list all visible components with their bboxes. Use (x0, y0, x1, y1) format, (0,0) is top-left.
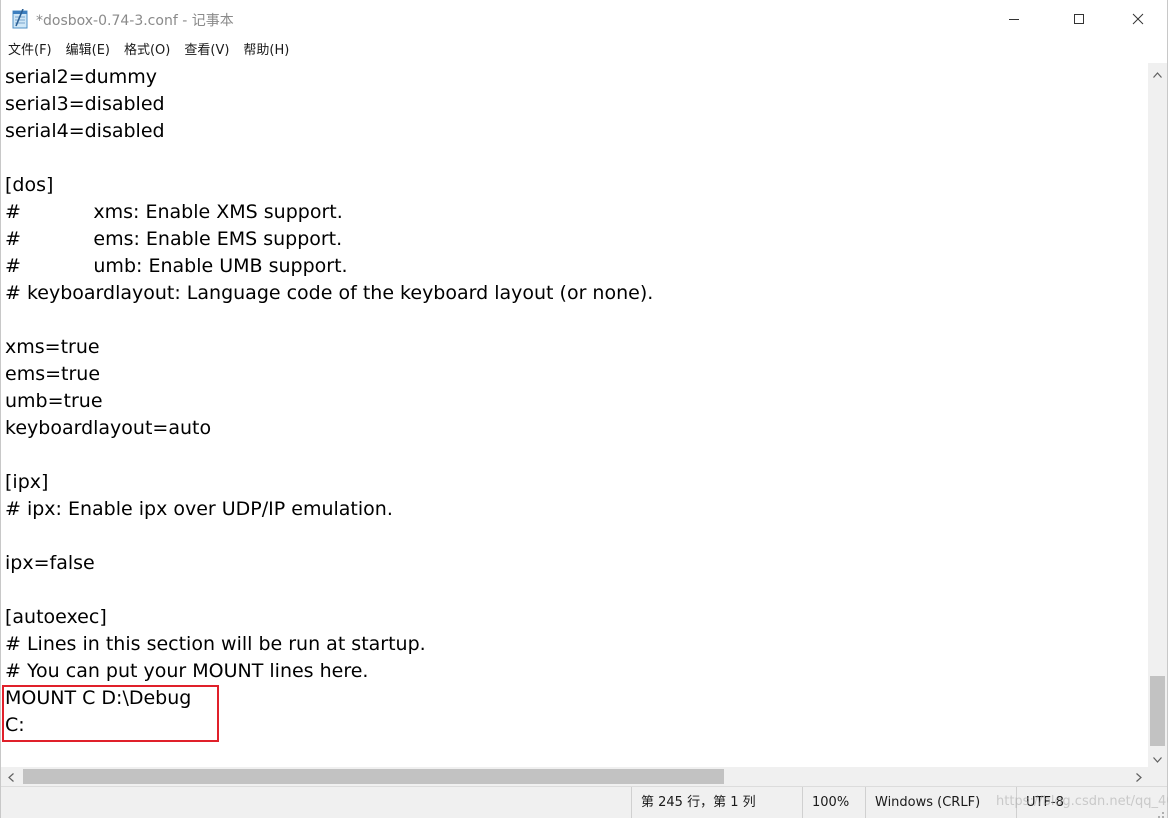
minimize-button[interactable] (991, 0, 1037, 38)
title-bar[interactable]: *dosbox-0.74-3.conf - 记事本 (1, 0, 1167, 38)
horizontal-scroll-thumb[interactable] (23, 769, 724, 784)
editor-line: # Lines in this section will be run at s… (5, 633, 426, 655)
status-encoding: UTF-8 (1016, 787, 1167, 818)
notepad-window: *dosbox-0.74-3.conf - 记事本 文件(F) 编辑(E) 格式… (0, 0, 1168, 818)
editor-line (5, 577, 653, 604)
minimize-icon (1008, 10, 1020, 29)
close-icon (1132, 10, 1144, 29)
editor-content: serial2=dummy serial3=disabled serial4=d… (5, 64, 653, 739)
status-bar: 第 245 行，第 1 列 100% Windows (CRLF) UTF-8 (1, 786, 1167, 818)
notepad-icon (11, 8, 29, 29)
editor-line: keyboardlayout=auto (5, 417, 212, 439)
menu-file[interactable]: 文件(F) (1, 38, 59, 63)
maximize-button[interactable] (1056, 0, 1102, 38)
maximize-icon (1073, 10, 1085, 29)
window-title: *dosbox-0.74-3.conf - 记事本 (36, 13, 234, 29)
editor-line: serial4=disabled (5, 120, 165, 142)
menu-bar: 文件(F) 编辑(E) 格式(O) 查看(V) 帮助(H) (1, 38, 1167, 63)
editor-line: ipx=false (5, 552, 95, 574)
editor-line: [dos] (5, 174, 54, 196)
editor-line: umb=true (5, 390, 103, 412)
editor-line: # keyboardlayout: Language code of the k… (5, 282, 654, 304)
editor-line (5, 307, 653, 334)
chevron-up-icon (1153, 63, 1162, 82)
editor-line: C: (5, 714, 25, 736)
scroll-up-button[interactable] (1148, 63, 1167, 82)
editor-line: [autoexec] (5, 606, 107, 628)
editor-line: # xms: Enable XMS support. (5, 201, 343, 223)
editor-line: ems=true (5, 363, 101, 385)
vertical-scroll-thumb[interactable] (1150, 676, 1165, 746)
editor-line: [ipx] (5, 471, 49, 493)
horizontal-scrollbar[interactable] (1, 767, 1148, 786)
scroll-left-button[interactable] (1, 767, 20, 786)
editor-line: MOUNT C D:\Debug (5, 687, 192, 709)
menu-format[interactable]: 格式(O) (117, 38, 177, 63)
editor-line: xms=true (5, 336, 100, 358)
editor-line: # You can put your MOUNT lines here. (5, 660, 369, 682)
text-editor[interactable]: serial2=dummy serial3=disabled serial4=d… (1, 63, 1148, 767)
status-cursor-position: 第 245 行，第 1 列 (631, 787, 802, 818)
editor-line (5, 145, 653, 172)
scroll-corner (1148, 767, 1167, 786)
editor-line: # ipx: Enable ipx over UDP/IP emulation. (5, 498, 393, 520)
vertical-scrollbar[interactable] (1148, 63, 1167, 767)
menu-edit[interactable]: 编辑(E) (59, 38, 117, 63)
close-button[interactable] (1115, 0, 1161, 38)
editor-line: serial2=dummy (5, 66, 157, 88)
editor-line: serial3=disabled (5, 93, 165, 115)
status-zoom: 100% (802, 787, 865, 818)
chevron-down-icon (1153, 748, 1162, 767)
chevron-right-icon (1135, 767, 1142, 786)
editor-line: # ems: Enable EMS support. (5, 228, 343, 250)
menu-help[interactable]: 帮助(H) (236, 38, 296, 63)
status-line-ending: Windows (CRLF) (865, 787, 1016, 818)
editor-line (5, 442, 653, 469)
scroll-right-button[interactable] (1129, 767, 1148, 786)
menu-view[interactable]: 查看(V) (177, 38, 236, 63)
scroll-down-button[interactable] (1148, 748, 1167, 767)
editor-line (5, 523, 653, 550)
editor-line: # umb: Enable UMB support. (5, 255, 348, 277)
resize-grip-icon[interactable] (1153, 804, 1165, 818)
chevron-left-icon (7, 767, 14, 786)
